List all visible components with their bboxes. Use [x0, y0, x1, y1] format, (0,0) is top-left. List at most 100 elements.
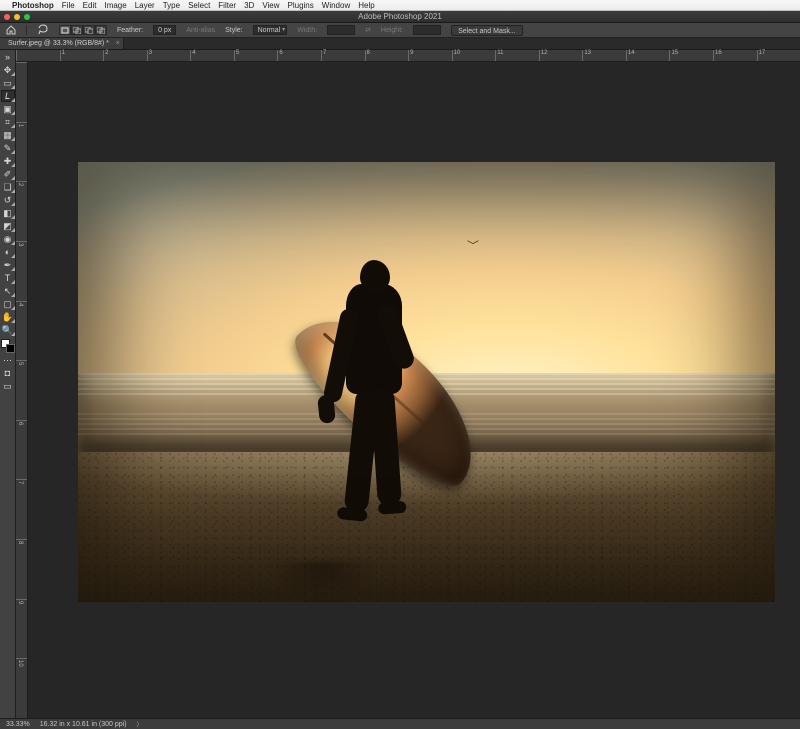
close-tab-icon[interactable]: × [116, 40, 120, 47]
type-tool[interactable]: T [1, 272, 15, 284]
close-window-icon[interactable] [4, 14, 10, 20]
document-tab[interactable]: Surfer.jpeg @ 33.3% (RGB/8#) * × [0, 38, 124, 49]
hand-tool[interactable]: ✋ [1, 311, 15, 323]
selection-add-icon[interactable] [71, 25, 83, 35]
menu-plugins[interactable]: Plugins [288, 1, 314, 10]
style-label: Style: [225, 27, 243, 34]
marquee-tool[interactable]: ▭ [1, 77, 15, 89]
menu-window[interactable]: Window [322, 1, 350, 10]
canvas-area[interactable]: ﹀ [28, 62, 800, 718]
antialias-checkbox[interactable]: Anti-alias [186, 27, 215, 34]
ruler-v-tick: 1 [17, 124, 23, 127]
pen-tool[interactable]: ✒ [1, 259, 15, 271]
document-tab-title: Surfer.jpeg @ 33.3% (RGB/8#) * [8, 40, 109, 47]
ruler-h-tick: 15 [671, 50, 678, 56]
document-info[interactable]: 16.32 in x 10.61 in (300 ppi) [40, 721, 127, 728]
selection-new-icon[interactable] [59, 25, 71, 35]
move-tool[interactable]: ✥ [1, 64, 15, 76]
edit-toolbar-button[interactable]: ⋯ [1, 354, 15, 366]
ruler-horizontal[interactable]: 1234567891011121314151617 [16, 50, 800, 62]
menu-help[interactable]: Help [358, 1, 374, 10]
gradient-tool[interactable]: ◩ [1, 220, 15, 232]
ruler-h-tick: 17 [759, 50, 766, 56]
ruler-h-tick: 8 [367, 50, 370, 56]
blur-tool[interactable]: ◉ [1, 233, 15, 245]
document-canvas[interactable]: ﹀ [78, 162, 775, 602]
path-select-tool[interactable]: ↖ [1, 285, 15, 297]
ruler-h-tick: 7 [323, 50, 326, 56]
lasso-tool-icon[interactable] [37, 24, 49, 36]
object-select-tool[interactable]: ▣ [1, 103, 15, 115]
ruler-h-tick: 1 [62, 50, 65, 56]
lasso-tool[interactable]: 𝘓 [1, 90, 15, 102]
menu-image[interactable]: Image [104, 1, 126, 10]
ruler-h-tick: 10 [454, 50, 461, 56]
brush-tool[interactable]: ✐ [1, 168, 15, 180]
ruler-v-tick: 5 [17, 362, 23, 365]
mac-menu-bar: Photoshop File Edit Image Layer Type Sel… [0, 0, 800, 11]
traffic-lights [4, 14, 30, 20]
ruler-h-tick: 11 [497, 50, 503, 56]
menu-3d[interactable]: 3D [244, 1, 254, 10]
window-title: Adobe Photoshop 2021 [358, 12, 442, 21]
width-label: Width: [297, 27, 317, 34]
ruler-v-tick: 9 [17, 601, 23, 604]
ruler-h-tick: 9 [410, 50, 413, 56]
height-input [413, 25, 441, 35]
eyedropper-tool[interactable]: ✎ [1, 142, 15, 154]
document-tab-strip: Surfer.jpeg @ 33.3% (RGB/8#) * × [0, 38, 800, 50]
width-input [327, 25, 355, 35]
ruler-vertical[interactable]: 12345678910 [16, 62, 28, 718]
eraser-tool[interactable]: ◧ [1, 207, 15, 219]
selection-intersect-icon[interactable] [95, 25, 107, 35]
quick-mask-button[interactable]: ◘ [1, 367, 15, 379]
status-bar: 33.33% 16.32 in x 10.61 in (300 ppi) 〉 [0, 718, 800, 729]
selection-mode-group [59, 25, 107, 35]
ruler-h-tick: 12 [541, 50, 548, 56]
height-label: Height: [381, 27, 403, 34]
style-dropdown[interactable]: Normal [253, 25, 288, 35]
swap-dimensions-icon: ⇄ [365, 26, 371, 34]
ruler-h-tick: 6 [279, 50, 282, 56]
zoom-tool[interactable]: 🔍 [1, 324, 15, 336]
rectangle-tool[interactable]: ▢ [1, 298, 15, 310]
ruler-h-tick: 4 [192, 50, 195, 56]
options-bar: Feather: 0 px Anti-alias Style: Normal W… [0, 23, 800, 38]
ruler-v-tick: 8 [17, 541, 23, 544]
minimize-window-icon[interactable] [14, 14, 20, 20]
clone-tool[interactable]: ❏ [1, 181, 15, 193]
menu-type[interactable]: Type [163, 1, 180, 10]
image-person [330, 260, 410, 515]
fullscreen-window-icon[interactable] [24, 14, 30, 20]
ruler-v-tick: 7 [17, 481, 23, 484]
expand-toolbar-icon[interactable]: » [1, 51, 15, 63]
home-icon[interactable] [6, 25, 16, 35]
zoom-level[interactable]: 33.33% [6, 721, 30, 728]
image-bird: ﹀ [467, 237, 479, 252]
history-brush-tool[interactable]: ↺ [1, 194, 15, 206]
screen-mode-button[interactable]: ▭ [1, 380, 15, 392]
ruler-v-tick: 3 [17, 243, 23, 246]
dodge-tool[interactable]: ◐ [1, 246, 15, 258]
crop-tool[interactable]: ⌗ [1, 116, 15, 128]
ruler-h-tick: 13 [584, 50, 591, 56]
feather-input[interactable]: 0 px [153, 25, 176, 35]
ruler-v-tick: 10 [17, 660, 23, 667]
menu-view[interactable]: View [262, 1, 279, 10]
color-swatches[interactable] [1, 339, 15, 353]
selection-subtract-icon[interactable] [83, 25, 95, 35]
window-title-bar: Adobe Photoshop 2021 [0, 11, 800, 23]
menu-edit[interactable]: Edit [83, 1, 97, 10]
image-surfer [268, 252, 448, 592]
menu-file[interactable]: File [62, 1, 75, 10]
doc-info-menu-icon[interactable]: 〉 [137, 720, 143, 729]
ruler-v-tick: 2 [17, 183, 23, 186]
menu-photoshop[interactable]: Photoshop [12, 1, 54, 10]
spot-heal-tool[interactable]: ✚ [1, 155, 15, 167]
select-and-mask-button[interactable]: Select and Mask... [451, 25, 523, 36]
frame-tool[interactable]: ▦ [1, 129, 15, 141]
menu-filter[interactable]: Filter [218, 1, 236, 10]
menu-select[interactable]: Select [188, 1, 210, 10]
background-color[interactable] [6, 344, 15, 353]
menu-layer[interactable]: Layer [135, 1, 155, 10]
